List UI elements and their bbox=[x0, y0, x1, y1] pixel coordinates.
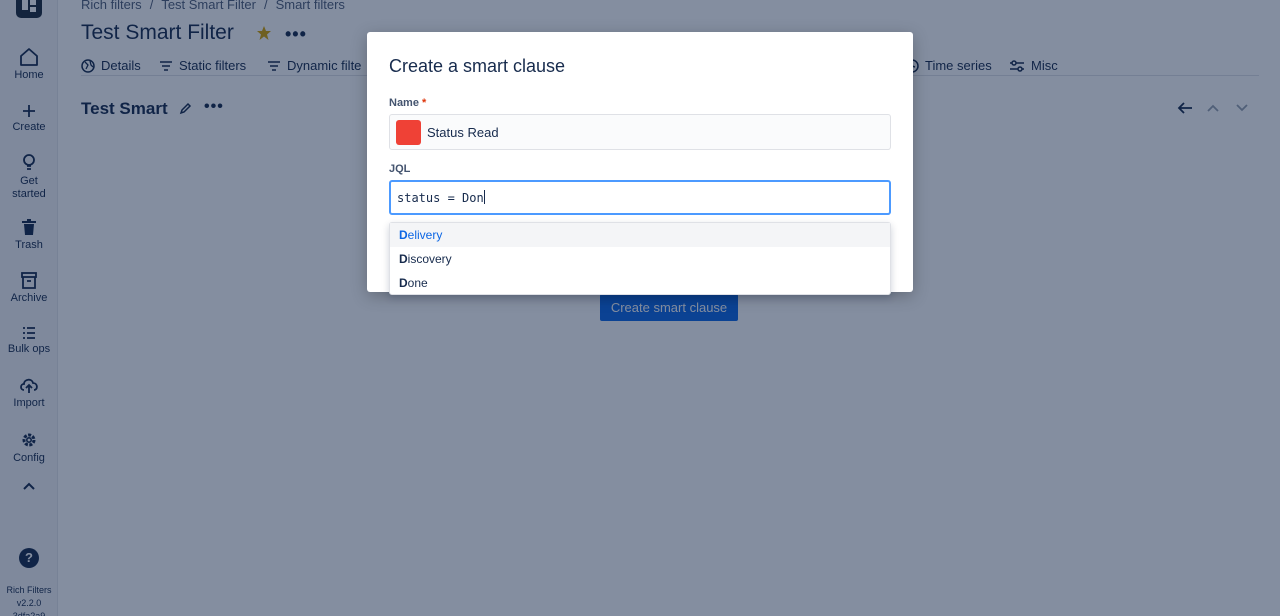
jql-suggestions-dropdown: Delivery Discovery Done bbox=[389, 222, 891, 295]
suggestion-match: D bbox=[399, 252, 408, 266]
jql-input-value: status = Don bbox=[397, 191, 484, 205]
name-field-label: Name * bbox=[389, 97, 426, 109]
suggestion-match: D bbox=[399, 228, 408, 242]
suggestion-rest: iscovery bbox=[407, 252, 452, 266]
suggestion-item-done[interactable]: Done bbox=[390, 271, 890, 295]
required-marker: * bbox=[421, 97, 427, 109]
dialog-title: Create a smart clause bbox=[389, 56, 566, 76]
suggestion-item-discovery[interactable]: Discovery bbox=[390, 247, 890, 271]
name-label-text: Name bbox=[389, 97, 419, 109]
suggestion-match: D bbox=[399, 276, 408, 290]
jql-input[interactable]: status = Don bbox=[389, 180, 891, 215]
suggestion-rest: one bbox=[407, 276, 428, 290]
name-field-value: Status Read bbox=[427, 125, 499, 140]
jql-field-label: JQL bbox=[389, 163, 411, 175]
suggestion-rest: elivery bbox=[407, 228, 443, 242]
name-field[interactable]: Status Read bbox=[389, 114, 891, 150]
suggestion-item-delivery[interactable]: Delivery bbox=[390, 223, 890, 247]
text-caret bbox=[483, 190, 485, 204]
color-picker-swatch[interactable] bbox=[396, 120, 421, 145]
